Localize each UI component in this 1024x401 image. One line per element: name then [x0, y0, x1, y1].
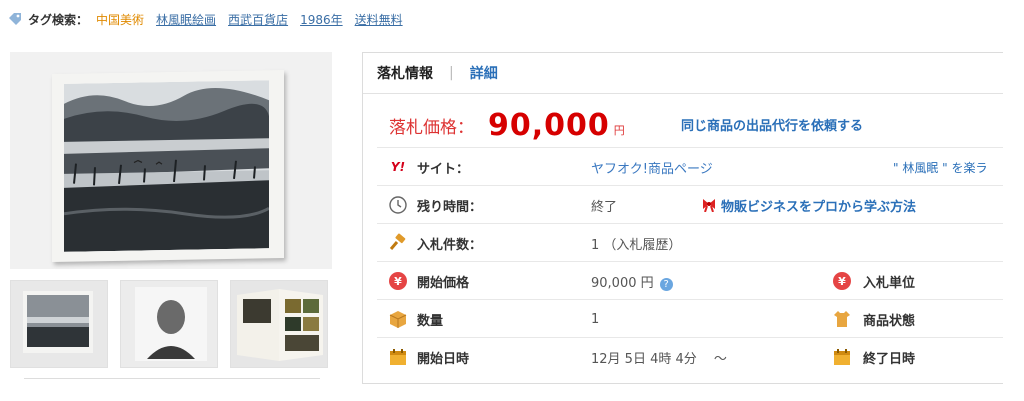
price-unit: 円: [613, 124, 625, 137]
business-learning-text: 物販ビジネスをプロから学ぶ方法: [721, 199, 917, 215]
yen-icon-right: ¥: [831, 270, 853, 292]
start-date-value: 12月 5日 4時 4分 ～: [591, 351, 727, 367]
winning-price-row: 落札価格： 90,000 円: [389, 105, 625, 145]
row-remaining-time: 残り時間： 終了 物販ビジネスをプロから学ぶ方法: [377, 185, 1003, 224]
tag-link-seibu[interactable]: 西武百貨店: [228, 11, 288, 28]
thumbnail-divider: [24, 378, 320, 379]
gavel-icon: [387, 232, 409, 254]
help-icon[interactable]: ?: [659, 277, 673, 291]
remaining-time-label: 残り時間：: [417, 199, 483, 215]
tag-icon: [9, 13, 21, 25]
end-date-label: 終了日時: [863, 351, 916, 367]
item-condition-label: 商品状態: [863, 313, 916, 329]
calendar-icon-right: [831, 346, 853, 368]
clock-icon: [387, 194, 409, 216]
tag-link-chinese-art[interactable]: 中国美術: [96, 11, 144, 28]
tag-link-painting[interactable]: 林風眠絵画: [156, 11, 216, 28]
tag-search-bar: タグ検索： 中国美術 林風眠絵画 西武百貨店 1986年 送料無料: [8, 6, 415, 32]
row-quantity: 数量 1 商品状態: [377, 299, 1003, 338]
row-bid-count: 入札件数： 1 （入札履歴）: [377, 223, 1003, 262]
tab-details[interactable]: 詳細: [470, 63, 498, 83]
thumbnail-3[interactable]: [230, 280, 328, 368]
yen-icon: ¥: [387, 270, 409, 292]
quantity-value: 1: [591, 311, 600, 327]
yahoo-auction-page-link[interactable]: ヤフオク!商品ページ: [591, 158, 713, 177]
thumbnail-strip: [10, 280, 340, 370]
start-price-value: 90,000 円?: [591, 272, 673, 291]
row-start-date: 開始日時 12月 5日 4時 4分 ～ 終了日時: [377, 337, 1003, 376]
shirt-icon: [831, 308, 853, 330]
calendar-icon: [387, 346, 409, 368]
auction-info-panel: 落札情報 | 詳細 落札価格： 90,000 円 同じ商品の出品代行を依頼する …: [362, 52, 1003, 384]
ribbon-icon: [703, 199, 715, 212]
artwork-board: [52, 69, 284, 263]
bid-count-label: 入札件数：: [417, 237, 483, 253]
tag-link-year[interactable]: 1986年: [300, 11, 343, 28]
row-start-price: ¥ 開始価格 90,000 円? ¥ 入札単位: [377, 261, 1003, 300]
row-site: Y! サイト： ヤフオク!商品ページ " 林風眠 " を楽ラ: [377, 147, 1003, 186]
start-date-label: 開始日時: [417, 351, 470, 367]
thumbnail-1[interactable]: [10, 280, 108, 368]
tag-search-label: タグ検索：: [28, 12, 89, 27]
tab-separator: |: [449, 65, 454, 81]
bid-count-value[interactable]: 1 （入札履歴）: [591, 234, 681, 253]
winning-price-value: 90,000: [488, 107, 610, 143]
remaining-time-value: 終了: [591, 199, 618, 215]
thumbnail-2[interactable]: [120, 280, 218, 368]
quantity-label: 数量: [417, 313, 444, 329]
yahoo-icon: Y!: [390, 160, 406, 174]
box-icon: [387, 308, 409, 330]
site-label: サイト：: [417, 161, 470, 177]
tab-auction-info[interactable]: 落札情報: [377, 63, 433, 83]
winning-price-label: 落札価格：: [389, 117, 474, 138]
landscape-painting: [64, 80, 269, 252]
business-learning-link[interactable]: 物販ビジネスをプロから学ぶ方法: [701, 196, 916, 215]
start-price-label: 開始価格: [417, 275, 470, 291]
search-keyword-link[interactable]: " 林風眠 " を楽ラ: [893, 159, 987, 176]
bid-increment-label: 入札単位: [863, 275, 916, 291]
proxy-listing-link[interactable]: 同じ商品の出品代行を依頼する: [681, 115, 863, 134]
tag-link-free-shipping[interactable]: 送料無料: [355, 11, 403, 28]
panel-tabs: 落札情報 | 詳細: [363, 53, 1003, 94]
